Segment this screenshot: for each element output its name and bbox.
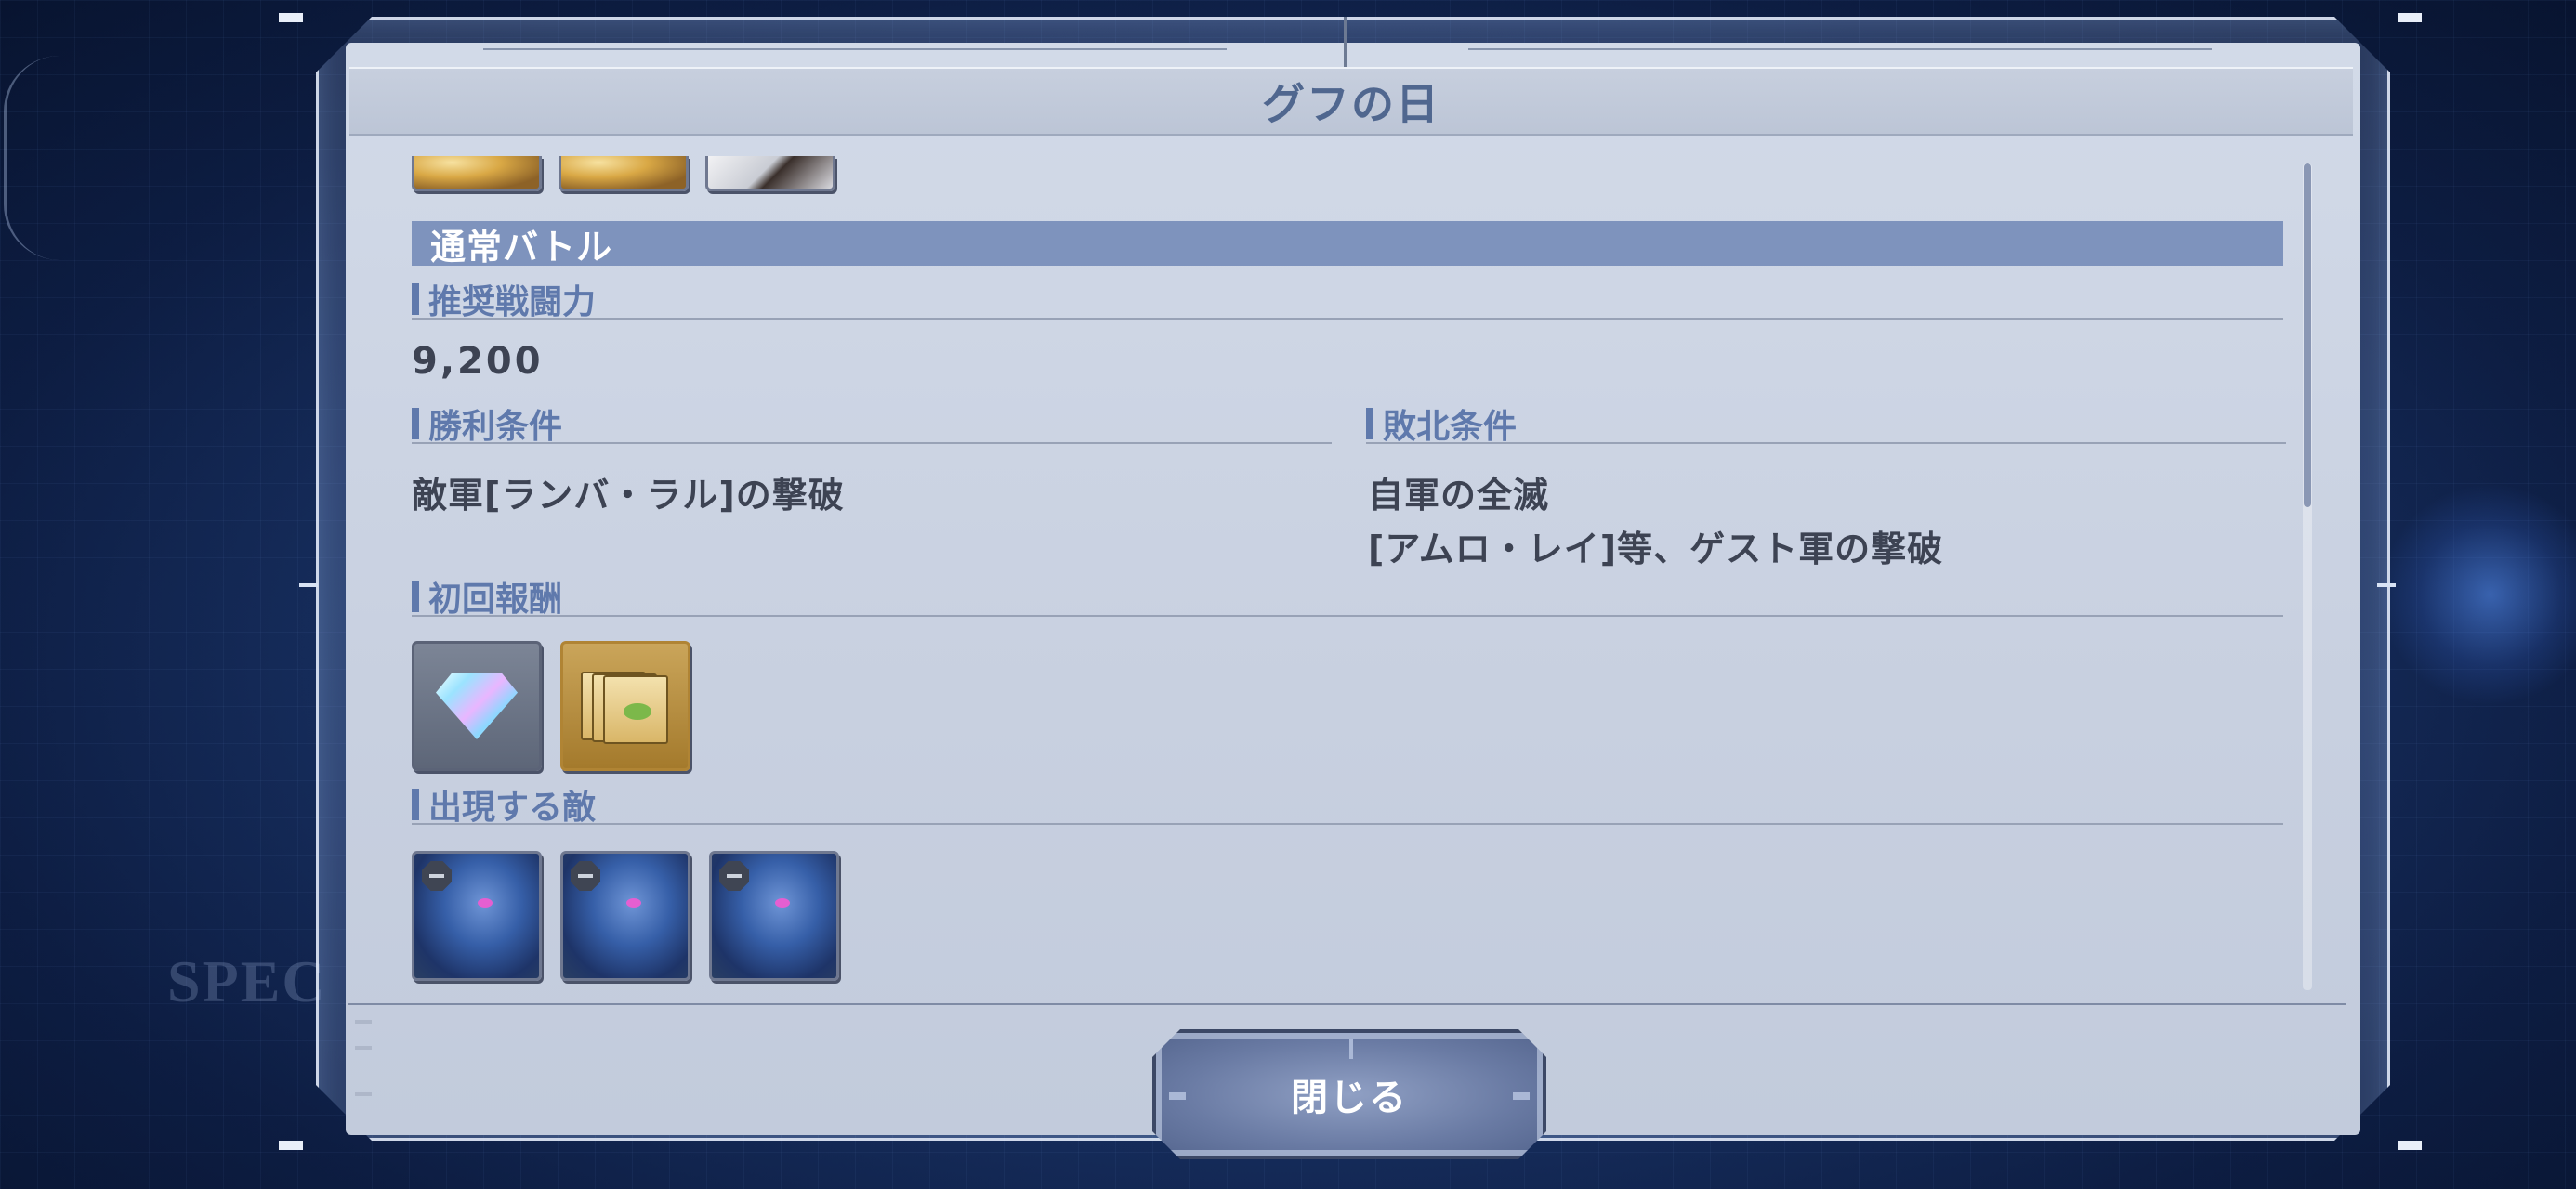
- ally-units-row: [412, 156, 835, 191]
- loss-condition-label: 敗北条件: [1383, 408, 1518, 446]
- button-decoration: [1169, 1092, 1186, 1100]
- white-unit-icon[interactable]: [705, 156, 835, 191]
- win-condition-text: 敵軍[ランバ・ラル]の撃破: [412, 475, 845, 516]
- button-decoration: [1349, 1039, 1353, 1059]
- loss-condition-line-1: 自軍の全滅: [1368, 475, 1550, 516]
- frame-side-mark: [299, 583, 318, 587]
- gold-unit-1-icon[interactable]: [412, 156, 542, 191]
- frame-corner-mark: [279, 13, 303, 22]
- close-button[interactable]: 閉じる: [1152, 1029, 1546, 1159]
- loss-condition-heading: 敗北条件: [1366, 405, 2286, 446]
- gold-unit-2-icon[interactable]: [559, 156, 689, 191]
- header-divider-line: [1468, 48, 2212, 50]
- heading-accent-bar: [412, 408, 419, 439]
- frame-corner-mark: [279, 1141, 303, 1150]
- loss-condition-line-2: [アムロ・レイ]等、ゲスト軍の撃破: [1368, 529, 1944, 569]
- first-reward-heading: 初回報酬: [412, 578, 2283, 619]
- header-notch: [1344, 17, 1347, 69]
- heading-accent-bar: [412, 789, 419, 820]
- enemies-label: 出現する敵: [428, 789, 597, 827]
- heading-accent-bar: [412, 581, 419, 612]
- gouf-unit-3-icon[interactable]: [709, 851, 839, 981]
- gouf-unit-2-icon[interactable]: [560, 851, 690, 981]
- header-divider-line: [483, 48, 1227, 50]
- enemies-heading: 出現する敵: [412, 786, 2283, 827]
- background-arc-decoration: [4, 56, 59, 260]
- scrollbar-thumb[interactable]: [2304, 163, 2311, 507]
- battle-type-label: 通常バトル: [430, 226, 613, 268]
- enemy-units-row: [412, 851, 839, 981]
- dialog-title: グフの日: [1262, 79, 1440, 129]
- gouf-unit-1-icon[interactable]: [412, 851, 542, 981]
- first-reward-items: [412, 641, 690, 771]
- heading-accent-bar: [1366, 408, 1373, 439]
- frame-corner-mark: [2398, 13, 2422, 22]
- first-reward-label: 初回報酬: [428, 581, 563, 619]
- frame-side-mark: [2377, 583, 2396, 587]
- button-decoration: [1513, 1092, 1530, 1100]
- background-text: SPEC: [167, 948, 327, 1014]
- win-condition-heading: 勝利条件: [412, 405, 1332, 446]
- recommended-power-value: 9,200: [412, 340, 544, 383]
- heading-accent-bar: [412, 283, 419, 315]
- content-bottom-divider: [348, 1003, 2346, 1005]
- footer-tick: [355, 1046, 372, 1050]
- gold-ticket-icon[interactable]: [560, 641, 690, 771]
- dialog-title-bar: グフの日: [349, 67, 2353, 136]
- frame-corner-mark: [2398, 1141, 2422, 1150]
- battle-type-header: 通常バトル: [412, 221, 2283, 268]
- recommended-power-heading: 推奨戦闘力: [412, 281, 2283, 321]
- win-condition-label: 勝利条件: [428, 408, 563, 446]
- footer-tick: [355, 1020, 372, 1024]
- recommended-power-label: 推奨戦闘力: [428, 283, 597, 321]
- diamond-gem-icon[interactable]: [412, 641, 542, 771]
- footer-tick: [355, 1092, 372, 1096]
- close-button-label: 閉じる: [1291, 1077, 1408, 1119]
